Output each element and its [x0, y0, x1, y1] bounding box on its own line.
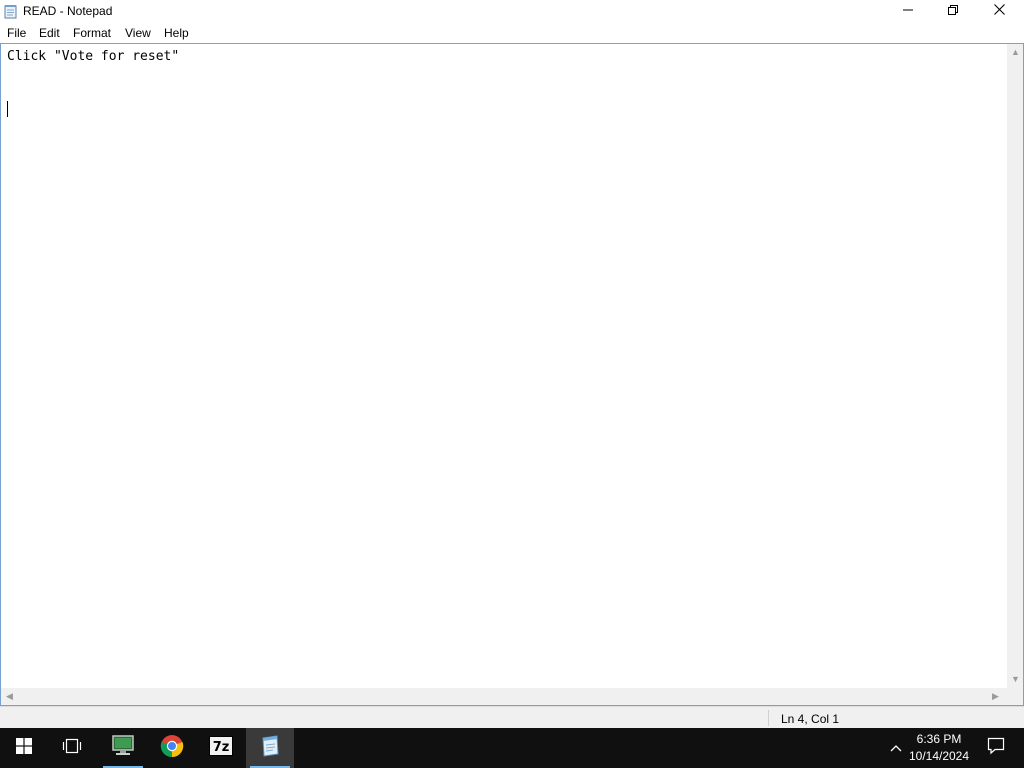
scrollbar-corner [1007, 688, 1023, 705]
restore-button[interactable] [930, 0, 976, 22]
task-view-icon [62, 738, 82, 759]
scroll-down-icon[interactable]: ▼ [1011, 674, 1020, 684]
menu-file[interactable]: File [7, 26, 26, 40]
action-center-button[interactable] [976, 728, 1016, 768]
chrome-icon [160, 734, 184, 763]
vertical-scrollbar[interactable]: ▲ ▼ [1007, 44, 1023, 688]
taskbar-app-computer[interactable] [99, 728, 147, 768]
menu-bar: File Edit Format View Help [0, 22, 1024, 43]
cursor-position: Ln 4, Col 1 [781, 712, 840, 726]
svg-text:7z: 7z [213, 740, 230, 755]
task-view-button[interactable] [48, 728, 96, 768]
text-editor[interactable]: Click "Vote for reset" ▲ ▼ ◀ ▶ [0, 43, 1024, 706]
title-bar[interactable]: READ - Notepad [0, 0, 1024, 22]
window-title: READ - Notepad [23, 4, 113, 18]
restore-icon [948, 2, 958, 20]
notepad-icon [4, 4, 18, 19]
editor-text[interactable]: Click "Vote for reset" [7, 48, 1002, 688]
status-bar: Ln 4, Col 1 [0, 706, 1024, 729]
show-hidden-icons-button[interactable] [884, 728, 908, 768]
computer-monitor-icon [110, 734, 136, 762]
menu-help[interactable]: Help [164, 26, 189, 40]
horizontal-scrollbar[interactable]: ◀ ▶ [1, 688, 1007, 705]
windows-start-icon [16, 737, 32, 759]
taskbar: 7z 6:36 PM 10/14/2024 [0, 728, 1024, 768]
scroll-right-icon[interactable]: ▶ [992, 691, 999, 702]
notification-icon [987, 737, 1005, 760]
menu-edit[interactable]: Edit [39, 26, 60, 40]
menu-view[interactable]: View [125, 26, 151, 40]
status-separator [768, 710, 769, 726]
menu-format[interactable]: Format [73, 26, 111, 40]
taskbar-app-7zip[interactable]: 7z [197, 728, 245, 768]
text-caret [7, 101, 8, 117]
close-button[interactable] [976, 0, 1022, 22]
minimize-icon [903, 2, 913, 20]
clock-date: 10/14/2024 [908, 749, 970, 763]
taskbar-app-chrome[interactable] [148, 728, 196, 768]
scroll-left-icon[interactable]: ◀ [6, 691, 13, 702]
minimize-button[interactable] [885, 0, 931, 22]
scroll-up-icon[interactable]: ▲ [1011, 47, 1020, 57]
notepad-window: READ - Notepad File Edit Format View Hel… [0, 0, 1024, 729]
chevron-up-icon [890, 739, 902, 757]
taskbar-app-notepad[interactable] [246, 728, 294, 768]
system-clock[interactable]: 6:36 PM 10/14/2024 [908, 731, 970, 765]
clock-time: 6:36 PM [916, 732, 962, 746]
notepad-icon [258, 734, 282, 763]
7zip-icon: 7z [209, 735, 233, 761]
close-icon [993, 2, 1005, 20]
start-button[interactable] [0, 728, 48, 768]
